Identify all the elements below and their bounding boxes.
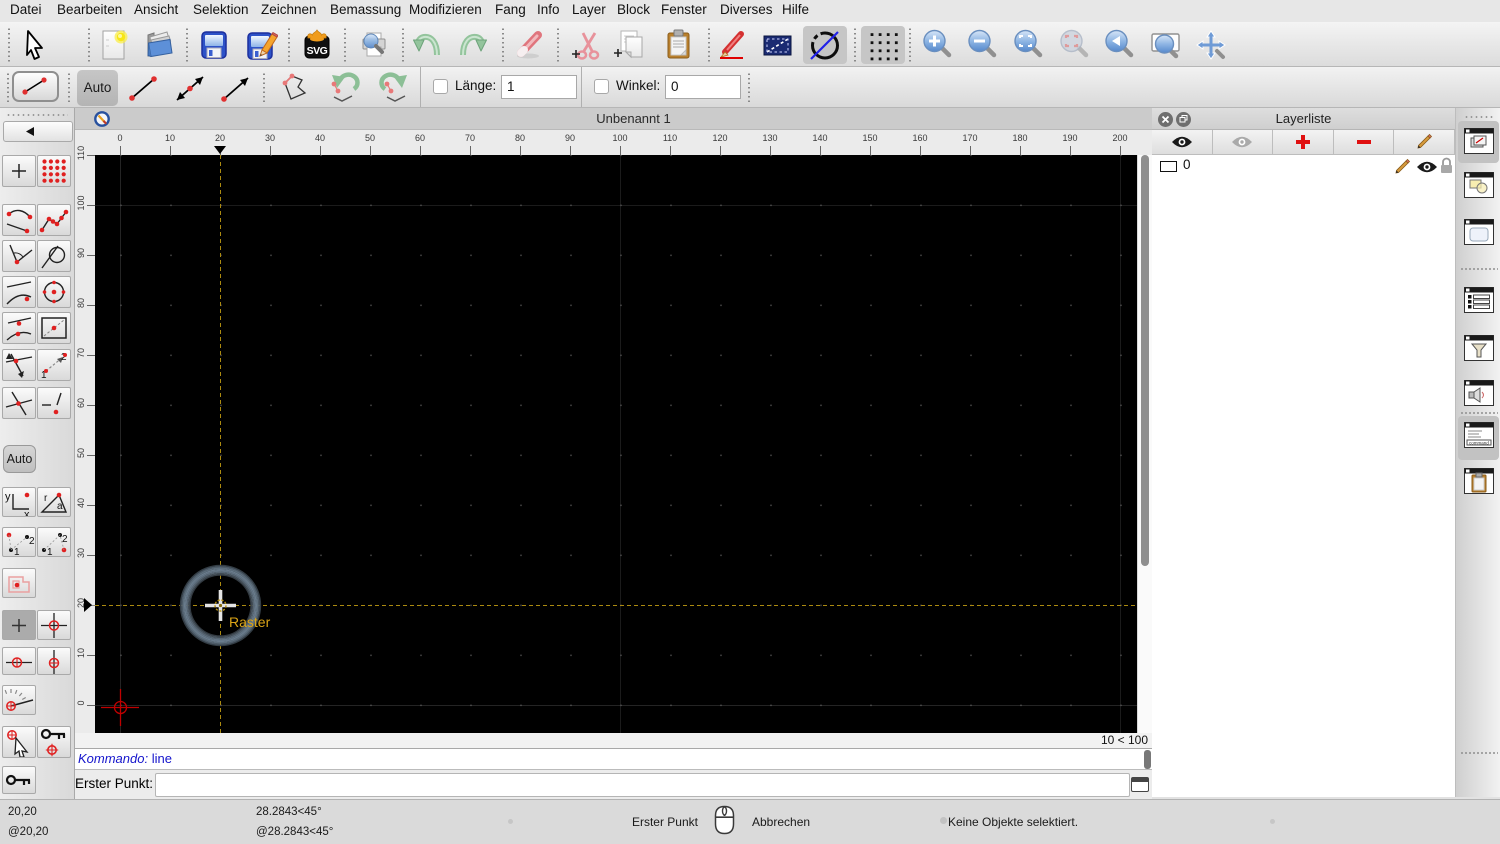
svg-text:command: command [1469,441,1489,446]
svg-text:1: 1 [14,547,20,556]
svg-text:y: y [5,491,11,503]
svg-text:Raster: Raster [229,614,271,630]
svg-text:2: 2 [29,536,35,547]
svg-text:1: 1 [47,547,53,556]
svg-text:SVG: SVG [307,45,328,57]
svg-text:r: r [44,493,48,504]
svg-text:a: a [57,501,63,512]
svg-text:2: 2 [62,534,68,545]
svg-text:x: x [24,509,30,516]
